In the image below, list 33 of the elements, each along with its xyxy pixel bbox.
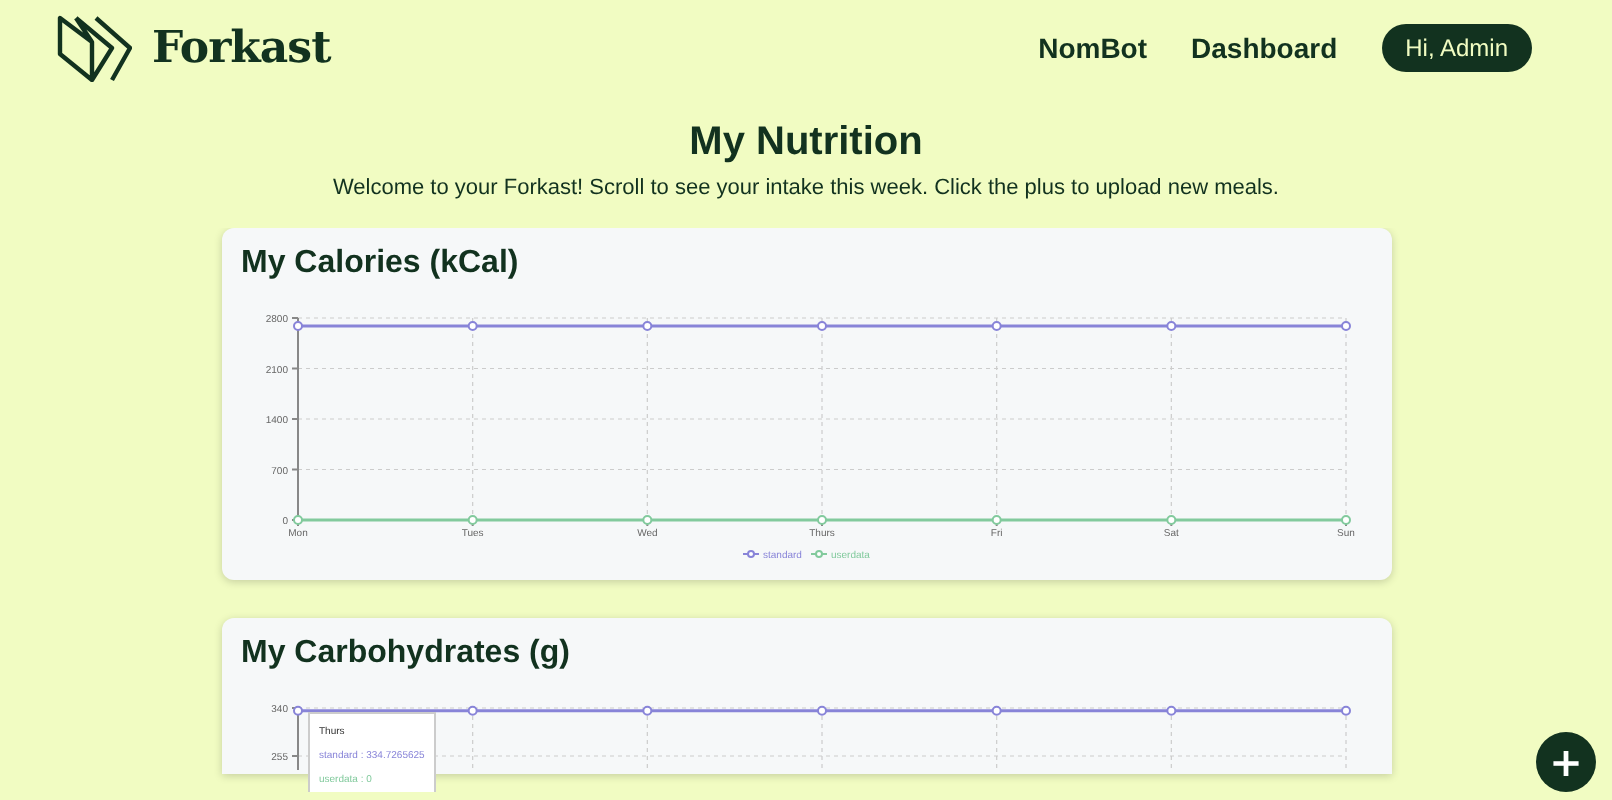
data-point <box>1340 705 1350 716</box>
legend-icon <box>809 550 827 558</box>
account-button[interactable]: Hi, Admin <box>1381 24 1532 72</box>
data-point <box>641 705 652 716</box>
data-point <box>1340 320 1350 331</box>
legend-icon <box>741 550 759 558</box>
data-point <box>641 515 652 525</box>
data-point <box>816 705 826 716</box>
nav-link[interactable]: NomBot <box>1038 32 1148 64</box>
data-point <box>816 320 826 331</box>
data-point <box>641 320 652 331</box>
brand-name: Forkast <box>152 22 331 74</box>
nav-link[interactable]: Dashboard <box>1191 32 1338 64</box>
data-point <box>466 705 477 716</box>
card-title: My Carbohydrates (g) <box>241 634 572 674</box>
data-point <box>1165 705 1176 716</box>
card-title: My Calories (kCal) <box>241 244 521 284</box>
data-point <box>466 515 477 525</box>
data-point <box>466 320 477 331</box>
data-point <box>990 320 1001 331</box>
data-point <box>1165 320 1176 331</box>
logo-icon <box>56 14 132 82</box>
data-point <box>990 515 1001 525</box>
data-point <box>1340 515 1350 525</box>
add-meal-button[interactable]: + <box>1536 732 1596 792</box>
data-point <box>292 320 302 331</box>
data-point <box>1165 515 1176 525</box>
page-title: My Nutrition <box>689 118 923 168</box>
data-point <box>292 515 302 525</box>
data-point <box>816 515 826 525</box>
page-subtitle: Welcome to your Forkast! Scroll to see your intake this week. Click the plus to upload new meals. <box>332 176 1279 200</box>
data-point <box>990 705 1001 716</box>
data-point <box>292 705 302 716</box>
